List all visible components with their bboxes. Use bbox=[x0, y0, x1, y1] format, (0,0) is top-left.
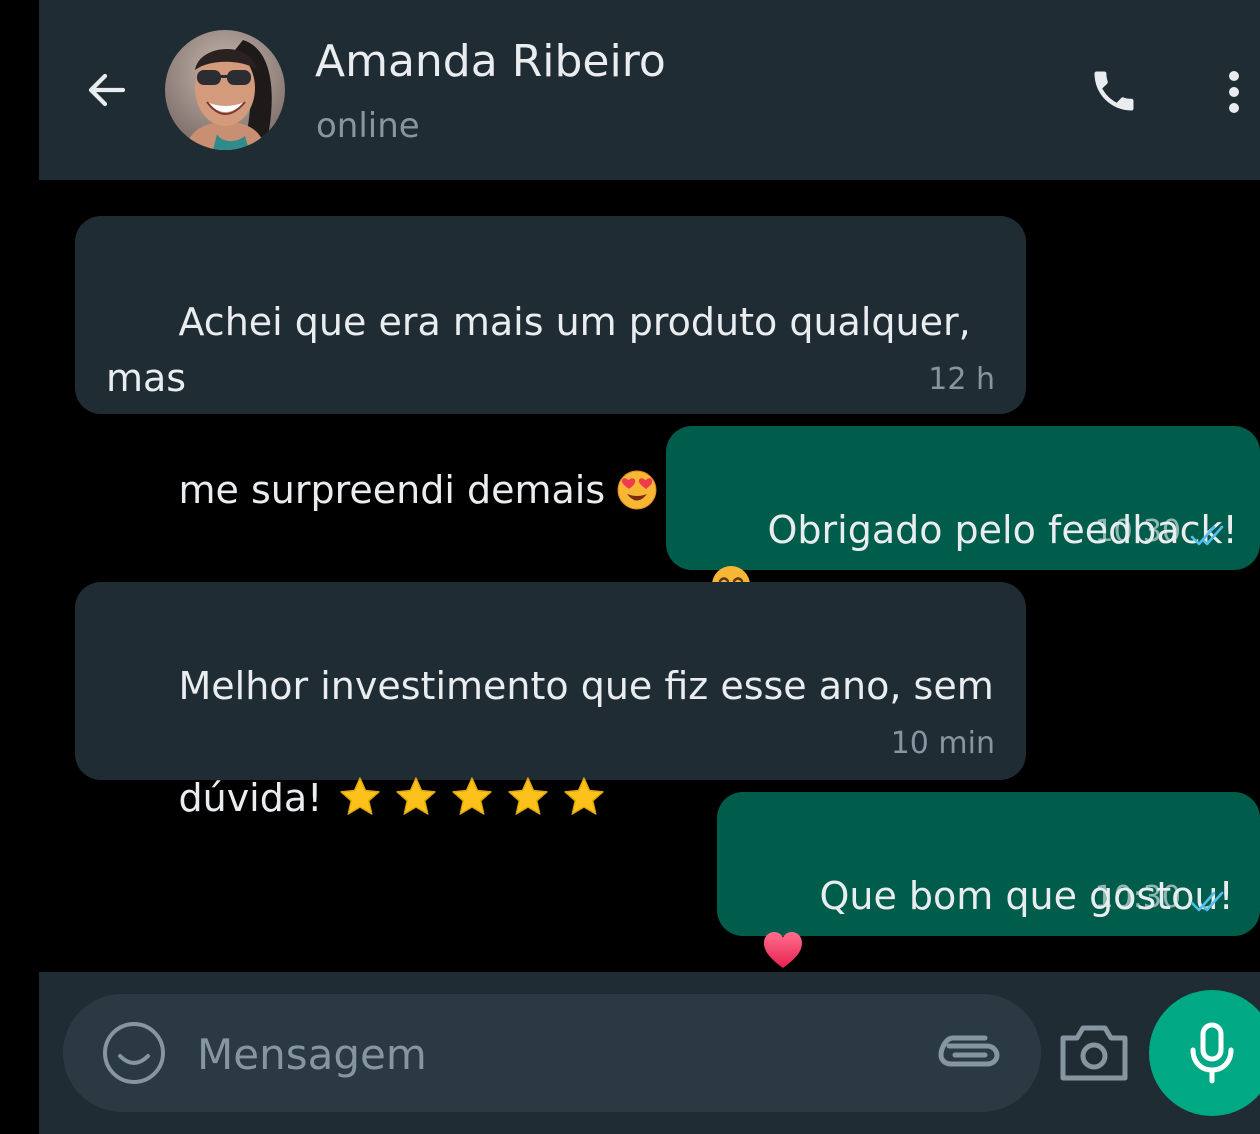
avatar[interactable] bbox=[165, 30, 285, 150]
message-input[interactable] bbox=[195, 1024, 919, 1084]
voice-call-button[interactable] bbox=[1079, 60, 1149, 122]
star-emoji bbox=[452, 776, 493, 815]
contact-name[interactable]: Amanda Ribeiro bbox=[315, 36, 666, 87]
read-receipt-icon bbox=[1190, 525, 1224, 546]
message-bubble-incoming[interactable]: Achei que era mais um produto qualquer, … bbox=[75, 216, 1026, 512]
contact-status: online bbox=[316, 106, 420, 146]
message-time: 12 h bbox=[928, 362, 995, 397]
heart-eyes-emoji bbox=[617, 470, 657, 509]
more-options-button[interactable] bbox=[1209, 62, 1259, 122]
message-text-line: dúvida! bbox=[178, 776, 323, 820]
voice-message-button[interactable] bbox=[1149, 990, 1260, 1116]
read-receipt-icon bbox=[1190, 891, 1224, 912]
camera-icon[interactable] bbox=[1057, 1022, 1131, 1084]
message-text-line: Melhor investimento que fiz esse ano, se… bbox=[178, 664, 994, 708]
phone-icon bbox=[1094, 71, 1134, 111]
microphone-icon bbox=[1190, 1022, 1234, 1084]
star-emoji bbox=[340, 776, 381, 815]
star-emoji bbox=[508, 776, 549, 815]
message-time: 10:30 bbox=[1094, 880, 1181, 915]
emoji-icon[interactable] bbox=[101, 1020, 167, 1086]
avatar-photo bbox=[165, 30, 285, 150]
message-bubble-outgoing[interactable]: Que bom que gostou! 10:30 bbox=[717, 792, 1260, 968]
message-text-line: Achei que era mais um produto qualquer, … bbox=[106, 300, 983, 400]
star-emoji bbox=[564, 776, 605, 815]
red-heart-emoji bbox=[764, 931, 802, 968]
message-bubble-incoming[interactable]: Melhor investimento que fiz esse ano, se… bbox=[75, 582, 1026, 820]
message-bubble-outgoing[interactable]: Obrigado pelo feedback! 10:30 bbox=[666, 426, 1260, 604]
chat-screen: Amanda Ribeiro online Achei que era mais… bbox=[0, 0, 1260, 1134]
arrow-left-icon bbox=[88, 73, 126, 107]
back-button[interactable] bbox=[79, 62, 135, 118]
message-time: 10:30 bbox=[1094, 514, 1181, 549]
vertical-dots-icon bbox=[1229, 71, 1239, 113]
message-text-line: me surpreendi demais bbox=[178, 468, 606, 512]
paperclip-icon[interactable] bbox=[935, 1030, 1005, 1076]
message-input-box[interactable] bbox=[63, 994, 1041, 1112]
message-composer bbox=[39, 972, 1260, 1134]
message-time: 10 min bbox=[890, 726, 995, 761]
chat-header: Amanda Ribeiro online bbox=[39, 0, 1260, 180]
star-emoji bbox=[396, 776, 437, 815]
